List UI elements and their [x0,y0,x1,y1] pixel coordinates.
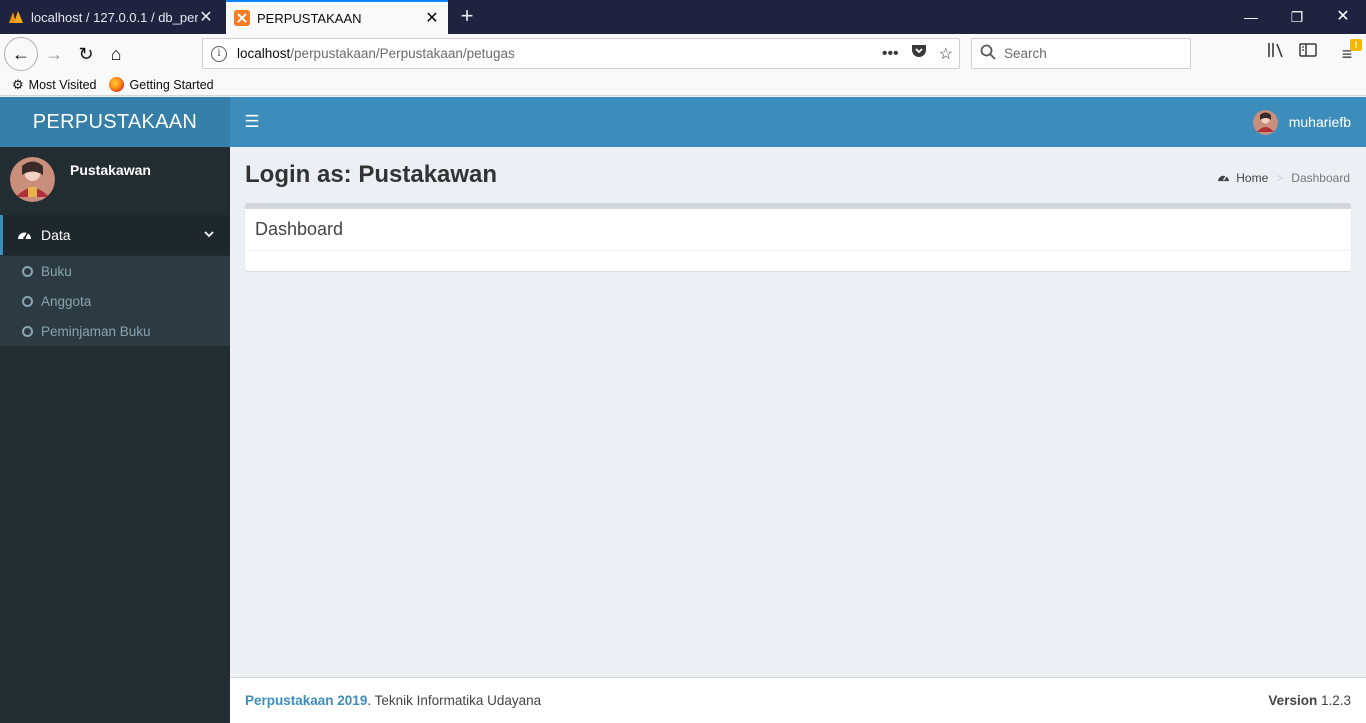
update-badge: ! [1350,39,1362,51]
search-icon [980,44,996,63]
dashboard-icon [17,228,33,243]
browser-tab-perpustakaan[interactable]: PERPUSTAKAAN ✕ [226,0,448,34]
forward-button[interactable]: → [38,38,70,70]
back-button[interactable]: ← [4,37,38,71]
footer-text: . Teknik Informatika Udayana [367,693,542,708]
search-input[interactable]: Search [971,38,1191,69]
dashboard-box: Dashboard [245,203,1351,271]
tab-title: PERPUSTAKAAN [257,10,362,26]
phpmyadmin-icon [8,9,24,25]
minimize-button[interactable]: — [1228,0,1274,34]
browser-tab-bar: localhost / 127.0.0.1 / db_perpustakaan … [0,0,1366,34]
close-tab-icon[interactable]: ✕ [198,7,214,27]
user-menu[interactable]: muhariefb [1252,109,1351,135]
content-wrapper: Login as: Pustakawan Home > Dashboard Da… [230,147,1366,677]
top-navbar: ☰ muhariefb [230,97,1366,147]
page-actions-icon[interactable]: ••• [882,45,899,63]
tab-title: localhost / 127.0.0.1 / db_perpustakaan [31,9,198,25]
avatar [1252,109,1278,135]
app-root: PERPUSTAKAAN ☰ muhariefb Pustakawan Data… [0,97,1366,723]
browser-navbar: ← → ↻ ⌂ i localhost/perpustakaan/Perpust… [0,34,1366,74]
sidebar-toggle-button[interactable]: ☰ [242,111,262,133]
sidebar-toggle-icon[interactable] [1296,42,1320,66]
user-panel: Pustakawan [0,147,230,207]
sidebar-submenu: Buku Anggota Peminjaman Buku [0,256,230,346]
browser-tab-phpmyadmin[interactable]: localhost / 127.0.0.1 / db_perpustakaan … [0,0,222,34]
close-window-button[interactable]: ✕ [1320,0,1366,34]
sidebar-item-buku[interactable]: Buku [0,256,230,286]
sidebar: Pustakawan Data [0,147,230,723]
sidebar-user-name: Pustakawan [70,162,151,178]
sidebar-item-anggota[interactable]: Anggota [0,286,230,316]
page-title: Login as: Pustakawan [245,161,498,188]
user-name: muhariefb [1288,114,1351,130]
search-placeholder: Search [1004,46,1047,61]
close-tab-icon[interactable]: ✕ [424,8,440,28]
xampp-icon [234,10,250,26]
footer-brand-link[interactable]: Perpustakaan 2019 [245,693,367,708]
app-logo[interactable]: PERPUSTAKAAN [0,97,230,147]
breadcrumb-home-link[interactable]: Home [1236,171,1268,185]
sidebar-item-label: Data [41,227,71,243]
bookmark-star-icon[interactable]: ☆ [939,44,953,64]
avatar [10,157,55,202]
home-button[interactable]: ⌂ [100,38,132,70]
firefox-icon [108,77,124,92]
footer: Perpustakaan 2019 . Teknik Informatika U… [230,677,1366,723]
breadcrumb-current: Dashboard [1291,171,1350,185]
new-tab-button[interactable]: + [454,0,480,34]
chevron-down-icon [204,229,214,241]
bookmarks-bar: ⚙ Most Visited Getting Started [0,74,1366,96]
circle-icon [22,325,33,337]
footer-version: Version 1.2.3 [1268,693,1351,708]
restore-button[interactable]: ❐ [1274,0,1320,34]
url-bar[interactable]: i localhost/perpustakaan/Perpustakaan/pe… [202,38,960,69]
info-icon[interactable]: i [211,45,227,62]
circle-icon [22,295,33,307]
gear-icon: ⚙ [12,76,24,92]
breadcrumb: Home > Dashboard [1217,171,1350,185]
reload-button[interactable]: ↻ [70,38,102,70]
box-title: Dashboard [245,209,1351,251]
dashboard-icon [1217,171,1230,185]
library-icon[interactable] [1264,42,1288,66]
breadcrumb-separator: > [1276,171,1284,185]
bookmark-getting-started[interactable]: Getting Started [108,77,214,92]
sidebar-item-data[interactable]: Data [0,215,230,255]
sidebar-item-peminjaman-buku[interactable]: Peminjaman Buku [0,316,230,346]
bookmark-most-visited[interactable]: ⚙ Most Visited [12,77,97,93]
pocket-icon[interactable] [911,44,927,64]
circle-icon [22,265,33,277]
url-text[interactable]: localhost/perpustakaan/Perpustakaan/petu… [237,46,882,61]
